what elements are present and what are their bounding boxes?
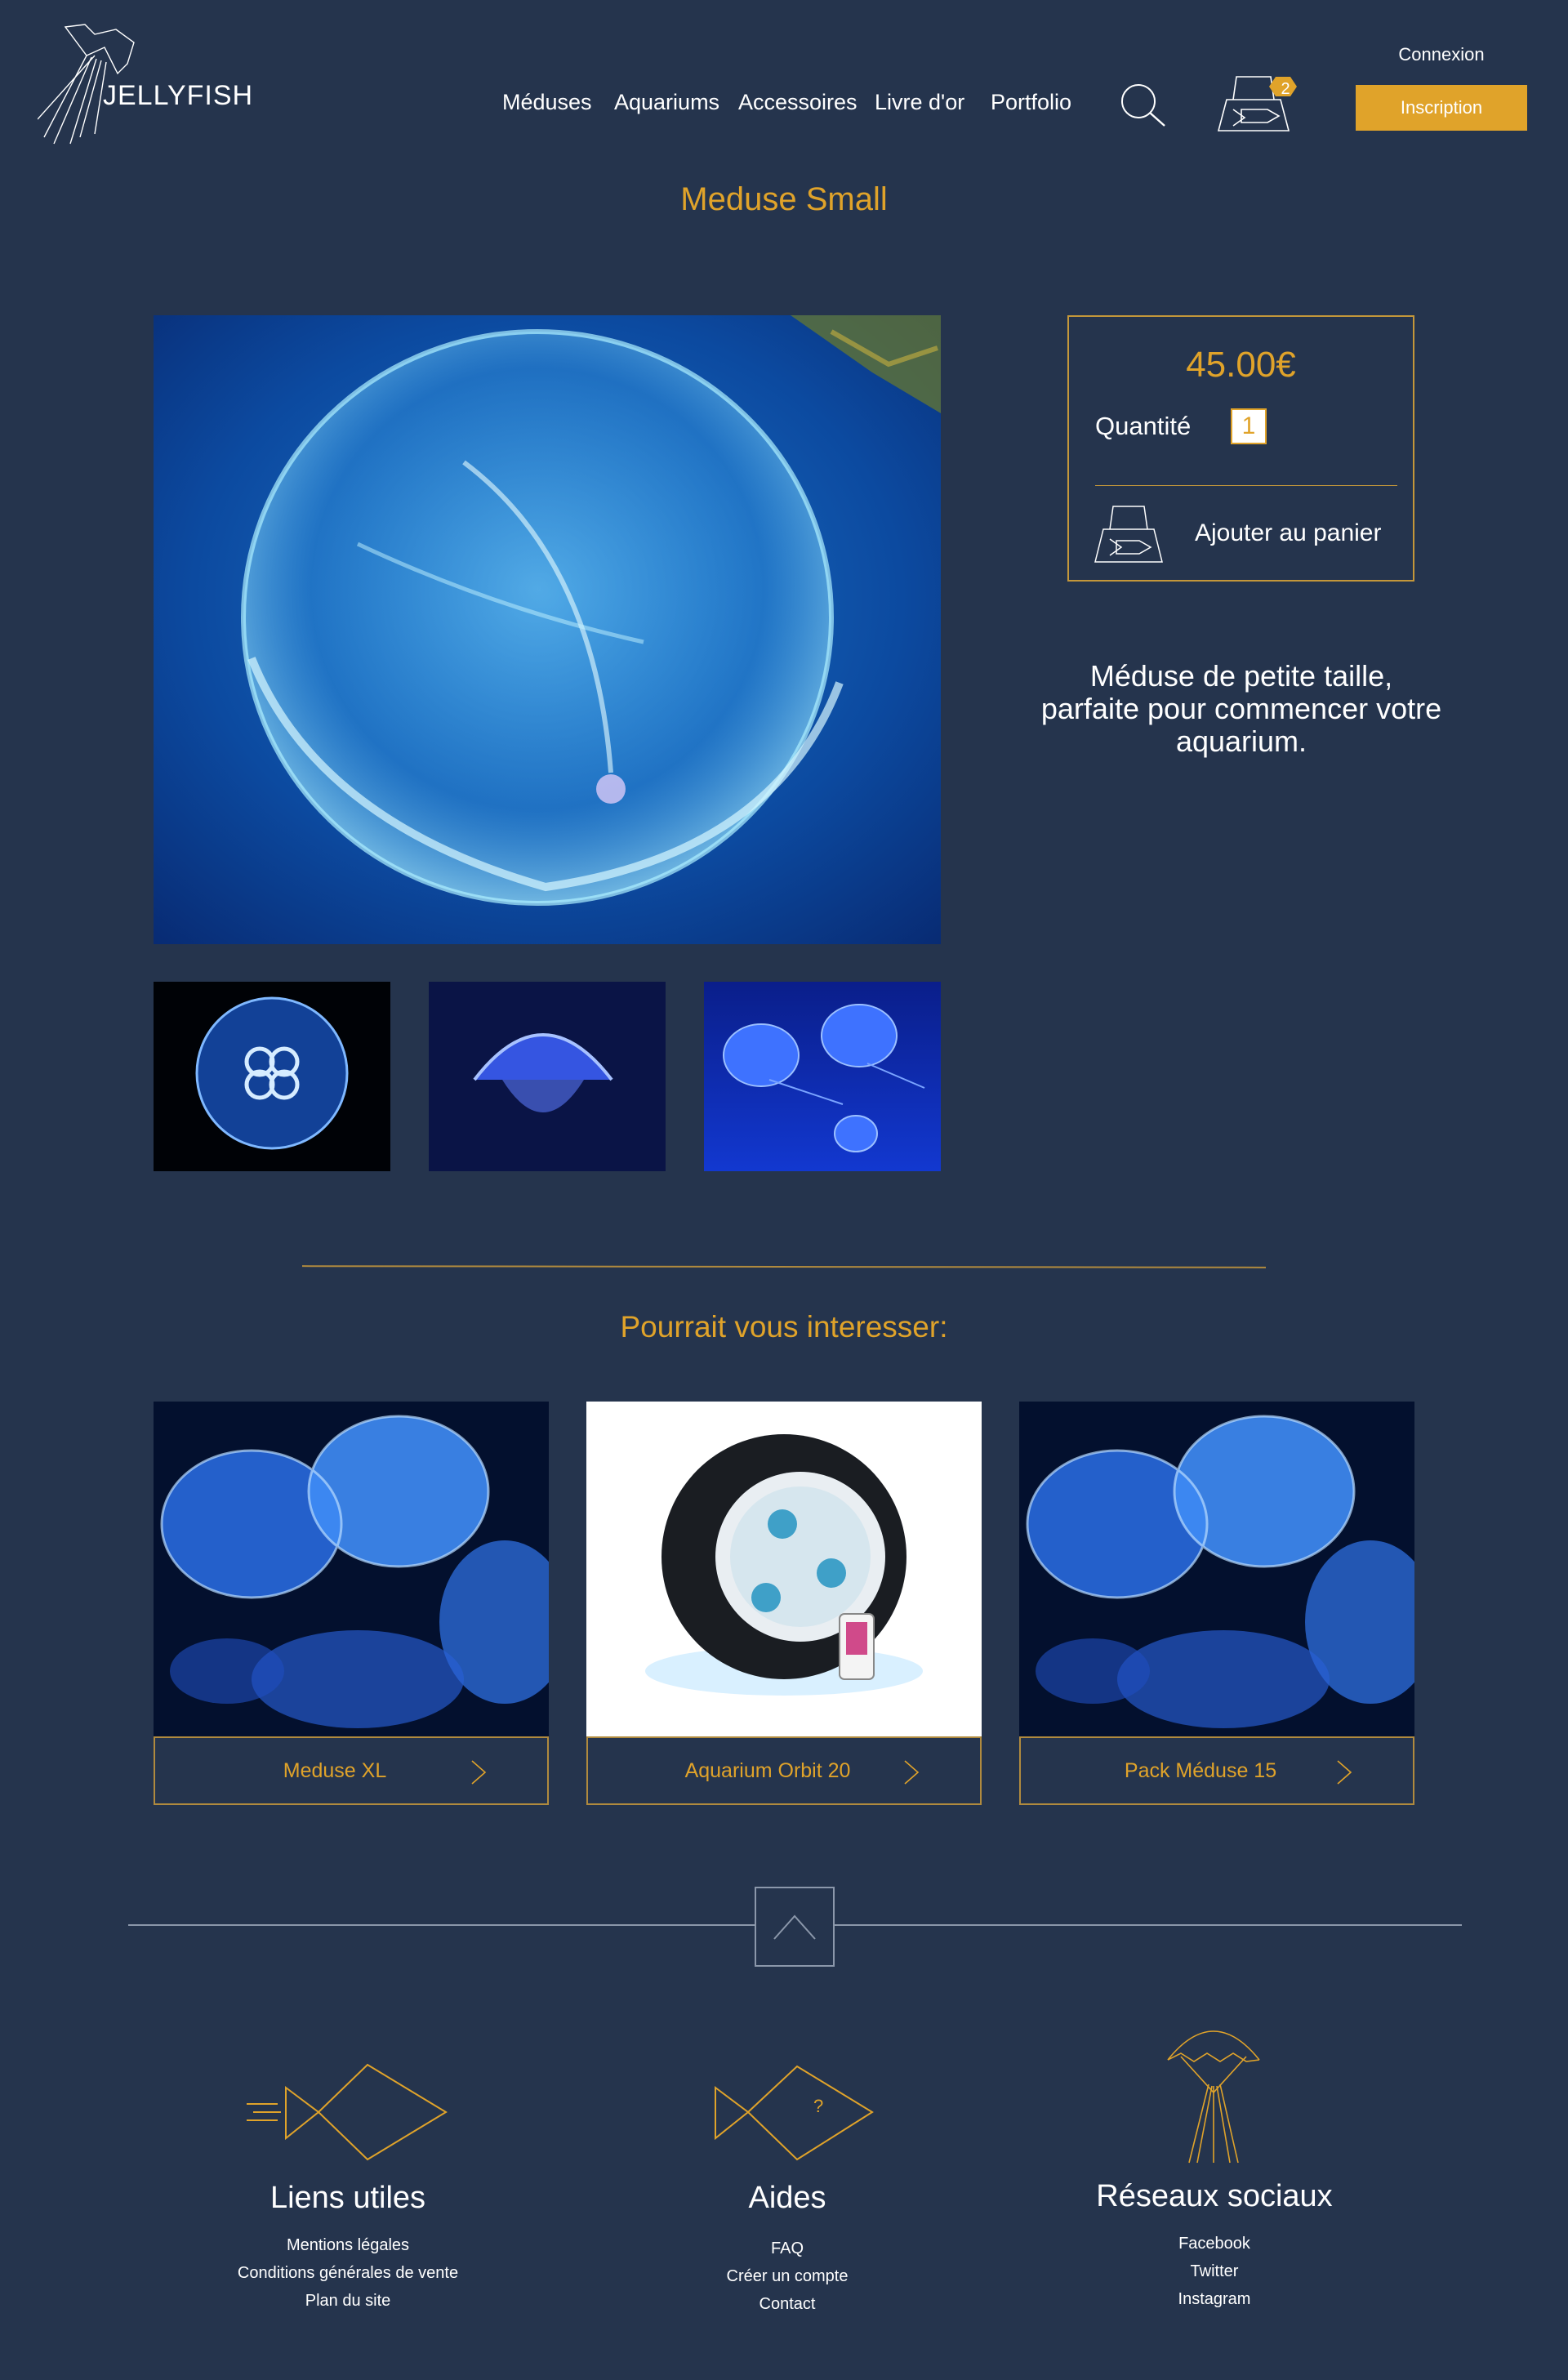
quantity-input[interactable]: 1 [1231,408,1267,444]
chevron-right-icon [1337,1760,1352,1785]
search-icon[interactable] [1119,82,1168,131]
page-title: Meduse Small [680,181,888,217]
related-card-label: Pack Méduse 15 [1124,1759,1277,1782]
nav-item-meduses[interactable]: Méduses [502,90,592,115]
footer-link[interactable]: Contact [583,2295,991,2314]
chevron-right-icon [904,1760,920,1785]
add-to-cart-button[interactable]: Ajouter au panier [1092,500,1402,568]
footer-link-facebook[interactable]: Facebook [1010,2235,1419,2253]
footer-link[interactable]: Conditions générales de vente [144,2264,552,2283]
related-card: Meduse XL [154,1402,549,1805]
related-card-label: Aquarium Orbit 20 [684,1759,851,1782]
cart-icon [1094,506,1163,563]
logo[interactable]: JELLYFISH [37,23,252,145]
purchase-box: 45.00€ Quantité 1 Ajouter au panier [1067,315,1414,582]
product-thumbnail[interactable] [154,982,390,1171]
fish-help-icon: ? [712,2063,875,2161]
footer-link-instagram[interactable]: Instagram [1010,2290,1419,2309]
related-card-image[interactable] [154,1402,549,1736]
divider [1095,485,1397,486]
footer-link-twitter[interactable]: Twitter [1010,2262,1419,2281]
add-to-cart-label: Ajouter au panier [1195,519,1382,546]
product-thumbnail[interactable] [429,982,666,1171]
section-divider [301,1265,1267,1268]
related-title: Pourrait vous interesser: [620,1310,948,1344]
chevron-right-icon [471,1760,487,1785]
svg-text:?: ? [813,2096,823,2116]
related-card-image[interactable] [1019,1402,1414,1736]
product-price: 45.00€ [1186,345,1296,385]
nav-item-accessoires[interactable]: Accessoires [738,90,858,115]
chevron-up-icon [773,1914,816,1940]
product-description: Méduse de petite taille, parfaite pour c… [1040,659,1442,758]
related-card-image[interactable] [586,1402,982,1736]
back-to-top-button[interactable] [755,1887,835,1967]
footer-title: Liens utiles [270,2181,426,2215]
related-card-button[interactable]: Meduse XL [154,1736,549,1805]
connexion-link[interactable]: Connexion [1356,44,1527,65]
cart-count-badge: 2 [1281,79,1290,98]
inscription-button[interactable]: Inscription [1356,85,1527,131]
related-card: Aquarium Orbit 20 [586,1402,982,1805]
brand-name: JELLYFISH [103,80,254,111]
footer-title: Aides [748,2181,826,2215]
related-card: Pack Méduse 15 [1019,1402,1414,1805]
related-card-label: Meduse XL [283,1759,387,1782]
nav-item-aquariums[interactable]: Aquariums [614,90,719,115]
footer-divider [128,1924,755,1926]
footer-divider [835,1924,1462,1926]
related-card-button[interactable]: Aquarium Orbit 20 [586,1736,982,1805]
footer-link[interactable]: Créer un compte [583,2267,991,2286]
jellyfish-icon [1165,2011,1263,2166]
footer-link[interactable]: FAQ [583,2240,991,2258]
nav-item-portfolio[interactable]: Portfolio [991,90,1071,115]
quantity-label: Quantité [1095,412,1192,440]
footer-title: Réseaux sociaux [1096,2179,1333,2213]
nav-item-livre-dor[interactable]: Livre d'or [875,90,964,115]
fish-icon [245,2063,449,2161]
related-card-button[interactable]: Pack Méduse 15 [1019,1736,1414,1805]
product-main-image [154,315,941,944]
footer-link[interactable]: Plan du site [144,2292,552,2311]
footer-link[interactable]: Mentions légales [144,2236,552,2255]
product-thumbnail[interactable] [704,982,941,1171]
